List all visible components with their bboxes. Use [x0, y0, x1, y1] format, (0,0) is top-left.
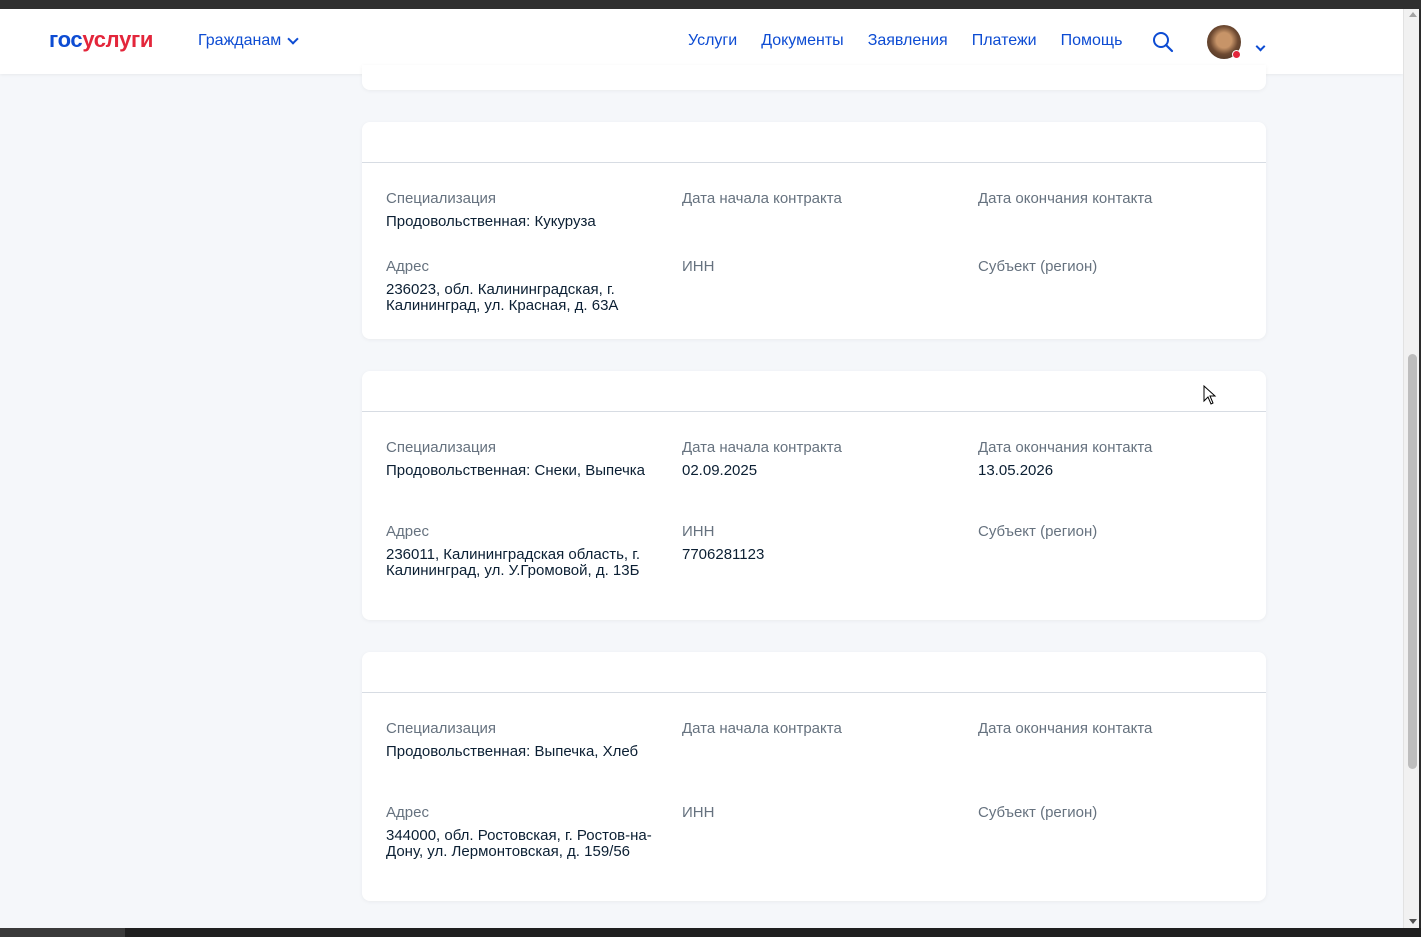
- field-label: Дата начала контракта: [682, 190, 842, 207]
- chevron-down-icon: [1255, 41, 1266, 52]
- scroll-up-arrow-icon[interactable]: [1409, 12, 1417, 17]
- field-contract-start: Дата начала контракта: [682, 190, 948, 214]
- field-region: Субъект (регион): [978, 258, 1244, 282]
- browser-top-edge: [0, 0, 1421, 9]
- role-selector[interactable]: Гражданам: [198, 32, 299, 50]
- field-value: Продовольственная: Кукуруза: [386, 213, 596, 230]
- field-value: 13.05.2026: [978, 462, 1054, 479]
- field-contract-end: Дата окончания контакта: [978, 190, 1244, 214]
- field-label: Субъект (регион): [978, 258, 1098, 275]
- field-label: Дата окончания контакта: [978, 720, 1153, 737]
- gosuslugi-logo[interactable]: госуслуги: [49, 27, 153, 53]
- field-inn: ИНН: [682, 258, 948, 282]
- field-specialization: Специализация Продовольственная: Снеки, …: [386, 439, 652, 479]
- field-label: ИНН: [682, 804, 715, 821]
- field-address: Адрес 344000, обл. Ростовская, г. Ростов…: [386, 804, 652, 860]
- field-label: Дата начала контракта: [682, 720, 842, 737]
- object-card: Специализация Продовольственная: Кукуруз…: [362, 122, 1266, 339]
- field-label: Специализация: [386, 439, 497, 456]
- chevron-down-icon: [287, 33, 299, 45]
- field-label: Специализация: [386, 190, 497, 207]
- field-address: Адрес 236023, обл. Калининградская, г. К…: [386, 258, 652, 314]
- card-divider: [362, 411, 1266, 412]
- field-contract-end: Дата окончания контакта: [978, 720, 1244, 744]
- field-label: Дата окончания контакта: [978, 190, 1153, 207]
- field-value: 236023, обл. Калининградская, г. Калинин…: [386, 281, 619, 314]
- field-region: Субъект (регион): [978, 804, 1244, 828]
- card-divider: [362, 162, 1266, 163]
- field-contract-start: Дата начала контракта: [682, 720, 948, 744]
- profile-menu-toggle[interactable]: [1255, 37, 1266, 55]
- nav-services[interactable]: Услуги: [688, 32, 737, 50]
- field-value: 02.09.2025: [682, 462, 758, 479]
- object-card: Специализация Продовольственная: Снеки, …: [362, 371, 1266, 620]
- mouse-cursor-icon: [1203, 385, 1217, 405]
- field-inn: ИНН 7706281123: [682, 523, 948, 563]
- field-label: ИНН: [682, 258, 715, 275]
- page-viewport: госуслуги Гражданам Услуги Документы Зая…: [0, 9, 1403, 928]
- field-inn: ИНН: [682, 804, 948, 828]
- scroll-thumb[interactable]: [1408, 354, 1417, 769]
- field-value: 7706281123: [682, 546, 765, 563]
- field-label: Специализация: [386, 720, 497, 737]
- main-nav: Услуги Документы Заявления Платежи Помощ…: [688, 32, 1122, 50]
- notification-dot: [1232, 50, 1241, 59]
- field-address: Адрес 236011, Калининградская область, г…: [386, 523, 652, 579]
- field-label: Адрес: [386, 523, 429, 540]
- search-icon[interactable]: [1152, 31, 1174, 53]
- field-value: Продовольственная: Снеки, Выпечка: [386, 462, 646, 479]
- field-label: Адрес: [386, 258, 429, 275]
- field-contract-start: Дата начала контракта 02.09.2025: [682, 439, 948, 479]
- field-label: ИНН: [682, 523, 715, 540]
- field-label: Дата окончания контакта: [978, 439, 1153, 456]
- browser-bottom-edge: [0, 928, 1421, 937]
- nav-applications[interactable]: Заявления: [868, 32, 948, 50]
- field-region: Субъект (регион): [978, 523, 1244, 547]
- field-label: Адрес: [386, 804, 429, 821]
- field-label: Субъект (регион): [978, 804, 1098, 821]
- logo-part-gos: гос: [49, 27, 83, 52]
- object-card: Специализация Продовольственная: Выпечка…: [362, 652, 1266, 901]
- field-contract-end: Дата окончания контакта 13.05.2026: [978, 439, 1244, 479]
- field-value: 236011, Калининградская область, г. Кали…: [386, 546, 641, 579]
- field-label: Субъект (регион): [978, 523, 1098, 540]
- field-value: Продовольственная: Выпечка, Хлеб: [386, 743, 639, 760]
- nav-help[interactable]: Помощь: [1061, 32, 1123, 50]
- card-divider: [362, 692, 1266, 693]
- nav-payments[interactable]: Платежи: [972, 32, 1037, 50]
- field-value: 344000, обл. Ростовская, г. Ростов-на-До…: [386, 827, 652, 860]
- field-specialization: Специализация Продовольственная: Выпечка…: [386, 720, 652, 760]
- role-label: Гражданам: [198, 32, 282, 49]
- field-label: Дата начала контракта: [682, 439, 842, 456]
- nav-documents[interactable]: Документы: [761, 32, 843, 50]
- object-card-previous: [362, 65, 1266, 90]
- field-specialization: Специализация Продовольственная: Кукуруз…: [386, 190, 652, 230]
- logo-part-uslugi: услуги: [82, 27, 154, 52]
- taskbar-segment: [0, 928, 125, 937]
- scroll-down-arrow-icon[interactable]: [1409, 919, 1417, 924]
